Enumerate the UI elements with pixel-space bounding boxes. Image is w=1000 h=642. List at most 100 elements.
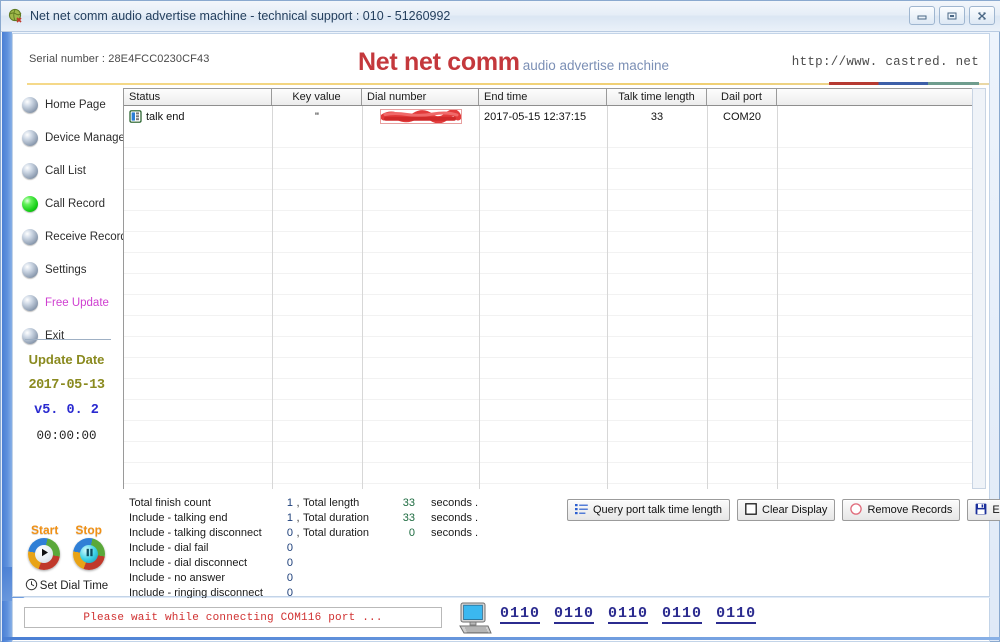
column-divider: [707, 106, 708, 489]
stat-value-2: 33: [402, 511, 415, 524]
website-url[interactable]: http://www. castred. net: [792, 55, 979, 69]
stat-unit: seconds .: [431, 496, 479, 509]
stat-row: Include - dial fail 0: [129, 540, 569, 555]
status-message-field: Please wait while connecting COM116 port…: [24, 607, 442, 628]
led-icon: [22, 129, 38, 146]
brand-main-text: Net net comm: [358, 48, 520, 76]
update-info-panel: Update Date 2017-05-13 v5. 0. 2 00:00:00: [13, 352, 120, 451]
led-icon: [22, 228, 38, 245]
close-button[interactable]: [969, 6, 995, 25]
maximize-button[interactable]: [939, 6, 965, 25]
minimize-button[interactable]: [909, 6, 935, 25]
bit-group: 0110: [554, 605, 595, 624]
phone-icon: [129, 110, 142, 123]
sidebar-item-call-list[interactable]: Call List: [13, 154, 120, 187]
app-globe-icon: [8, 8, 24, 24]
sidebar-nav: Home Page Device Manager Call List Call …: [13, 88, 129, 596]
pause-icon: [84, 547, 95, 561]
column-header-talk-time-length[interactable]: Talk time length: [607, 89, 707, 105]
clock-display: 00:00:00: [36, 429, 97, 443]
sidebar-item-exit[interactable]: Exit: [13, 319, 120, 352]
serial-number: Serial number : 28E4FCC0230CF43: [29, 53, 210, 65]
redacted-dial-number: [379, 109, 462, 124]
play-icon: [39, 547, 50, 561]
start-button[interactable]: [28, 538, 60, 570]
cell-end-time: 2017-05-15 12:37:15: [484, 110, 587, 123]
bottom-accent-strip: [2, 637, 1000, 640]
statistics-panel: Total finish count 1 , Total length 33 s…: [129, 495, 569, 600]
stat-value: 1: [286, 496, 293, 509]
query-port-talk-time-length-button[interactable]: Query port talk time length: [567, 499, 731, 521]
column-header-end-time[interactable]: End time: [479, 89, 607, 105]
sidebar-item-home-page[interactable]: Home Page: [13, 88, 120, 121]
sidebar-item-call-record[interactable]: Call Record: [13, 187, 120, 220]
brand-sub-text: audio advertise machine: [522, 58, 670, 73]
led-active-icon: [22, 195, 38, 212]
window-title: Net net comm audio advertise machine - t…: [30, 9, 451, 23]
led-icon: [22, 96, 38, 113]
clear-display-button[interactable]: Clear Display: [737, 499, 836, 521]
led-icon: [22, 294, 38, 311]
main-content: Serial number : 28E4FCC0230CF43 Net net …: [12, 33, 1000, 600]
led-icon: [22, 261, 38, 278]
status-bar: Please wait while connecting COM116 port…: [12, 598, 990, 642]
brand-logo: Net net comm audio advertise machine: [358, 48, 669, 77]
list-icon: [575, 503, 588, 518]
stat-value: 0: [286, 556, 293, 569]
sidebar-item-label: Settings: [45, 263, 87, 276]
sidebar-item-receive-record[interactable]: Receive Record: [13, 220, 127, 253]
start-stop-controls: Start Stop Set Dial Time: [13, 523, 120, 594]
update-date-title: Update Date: [28, 352, 105, 367]
column-header-dail-port[interactable]: Dail port: [707, 89, 777, 105]
stat-separator: ,: [296, 526, 300, 539]
circle-outline-icon: [850, 502, 863, 518]
sidebar-item-settings[interactable]: Settings: [13, 253, 120, 286]
button-label: Remove Records: [867, 504, 953, 516]
call-record-table[interactable]: Status Key value Dial number End time Ta…: [123, 88, 984, 489]
stat-label: Include - talking disconnect: [129, 526, 262, 539]
bit-group: 0110: [662, 605, 703, 624]
stat-row: Include - talking disconnect 0 , Total d…: [129, 525, 569, 540]
table-row-stripes: [124, 127, 983, 489]
cell-talk-time-length: 33: [650, 110, 664, 123]
cell-dial-number: [362, 106, 479, 127]
floppy-disk-icon: [975, 503, 987, 518]
button-label: Query port talk time length: [593, 504, 723, 516]
left-accent-rail: [2, 32, 12, 642]
stat-row: Include - no answer 0: [129, 570, 569, 585]
column-divider: [362, 106, 363, 489]
sidebar-item-label: Free Update: [45, 296, 109, 309]
column-divider: [607, 106, 608, 489]
bit-group: 0110: [716, 605, 757, 624]
stat-separator: ,: [296, 511, 300, 524]
version-label: v5. 0. 2: [34, 403, 99, 418]
column-divider: [479, 106, 480, 489]
stat-label: Include - ringing disconnect: [129, 586, 263, 599]
stat-row: Include - dial disconnect 0: [129, 555, 569, 570]
stat-label: Include - talking end: [129, 511, 228, 524]
stat-label-2: Total length: [303, 496, 360, 509]
sidebar-item-device-manager[interactable]: Device Manager: [13, 121, 129, 154]
stat-value-2: 0: [408, 526, 415, 539]
column-header-status[interactable]: Status: [124, 89, 272, 105]
column-header-blank[interactable]: [777, 89, 983, 105]
set-dial-time-button[interactable]: Set Dial Time: [13, 578, 120, 594]
stat-value: 0: [286, 586, 293, 599]
table-row[interactable]: talk end " 2017-05-15 12:37:15 33 COM20: [124, 106, 983, 127]
stat-separator: ,: [296, 496, 300, 509]
export-record-button[interactable]: Export Record: [967, 499, 1000, 521]
column-header-key-value[interactable]: Key value: [272, 89, 362, 105]
column-divider: [777, 106, 778, 489]
cell-status: talk end: [124, 106, 272, 127]
remove-records-button[interactable]: Remove Records: [842, 499, 961, 521]
stat-row: Total finish count 1 , Total length 33 s…: [129, 495, 569, 510]
stop-button[interactable]: [73, 538, 105, 570]
stat-value: 0: [286, 526, 293, 539]
button-label: Export Record: [992, 504, 1000, 516]
table-header-row: Status Key value Dial number End time Ta…: [124, 89, 983, 106]
vertical-scrollbar[interactable]: [972, 88, 986, 489]
stat-value: 0: [286, 541, 293, 554]
sidebar-item-free-update[interactable]: Free Update: [13, 286, 120, 319]
led-icon: [22, 327, 38, 344]
column-header-dial-number[interactable]: Dial number: [362, 89, 479, 105]
